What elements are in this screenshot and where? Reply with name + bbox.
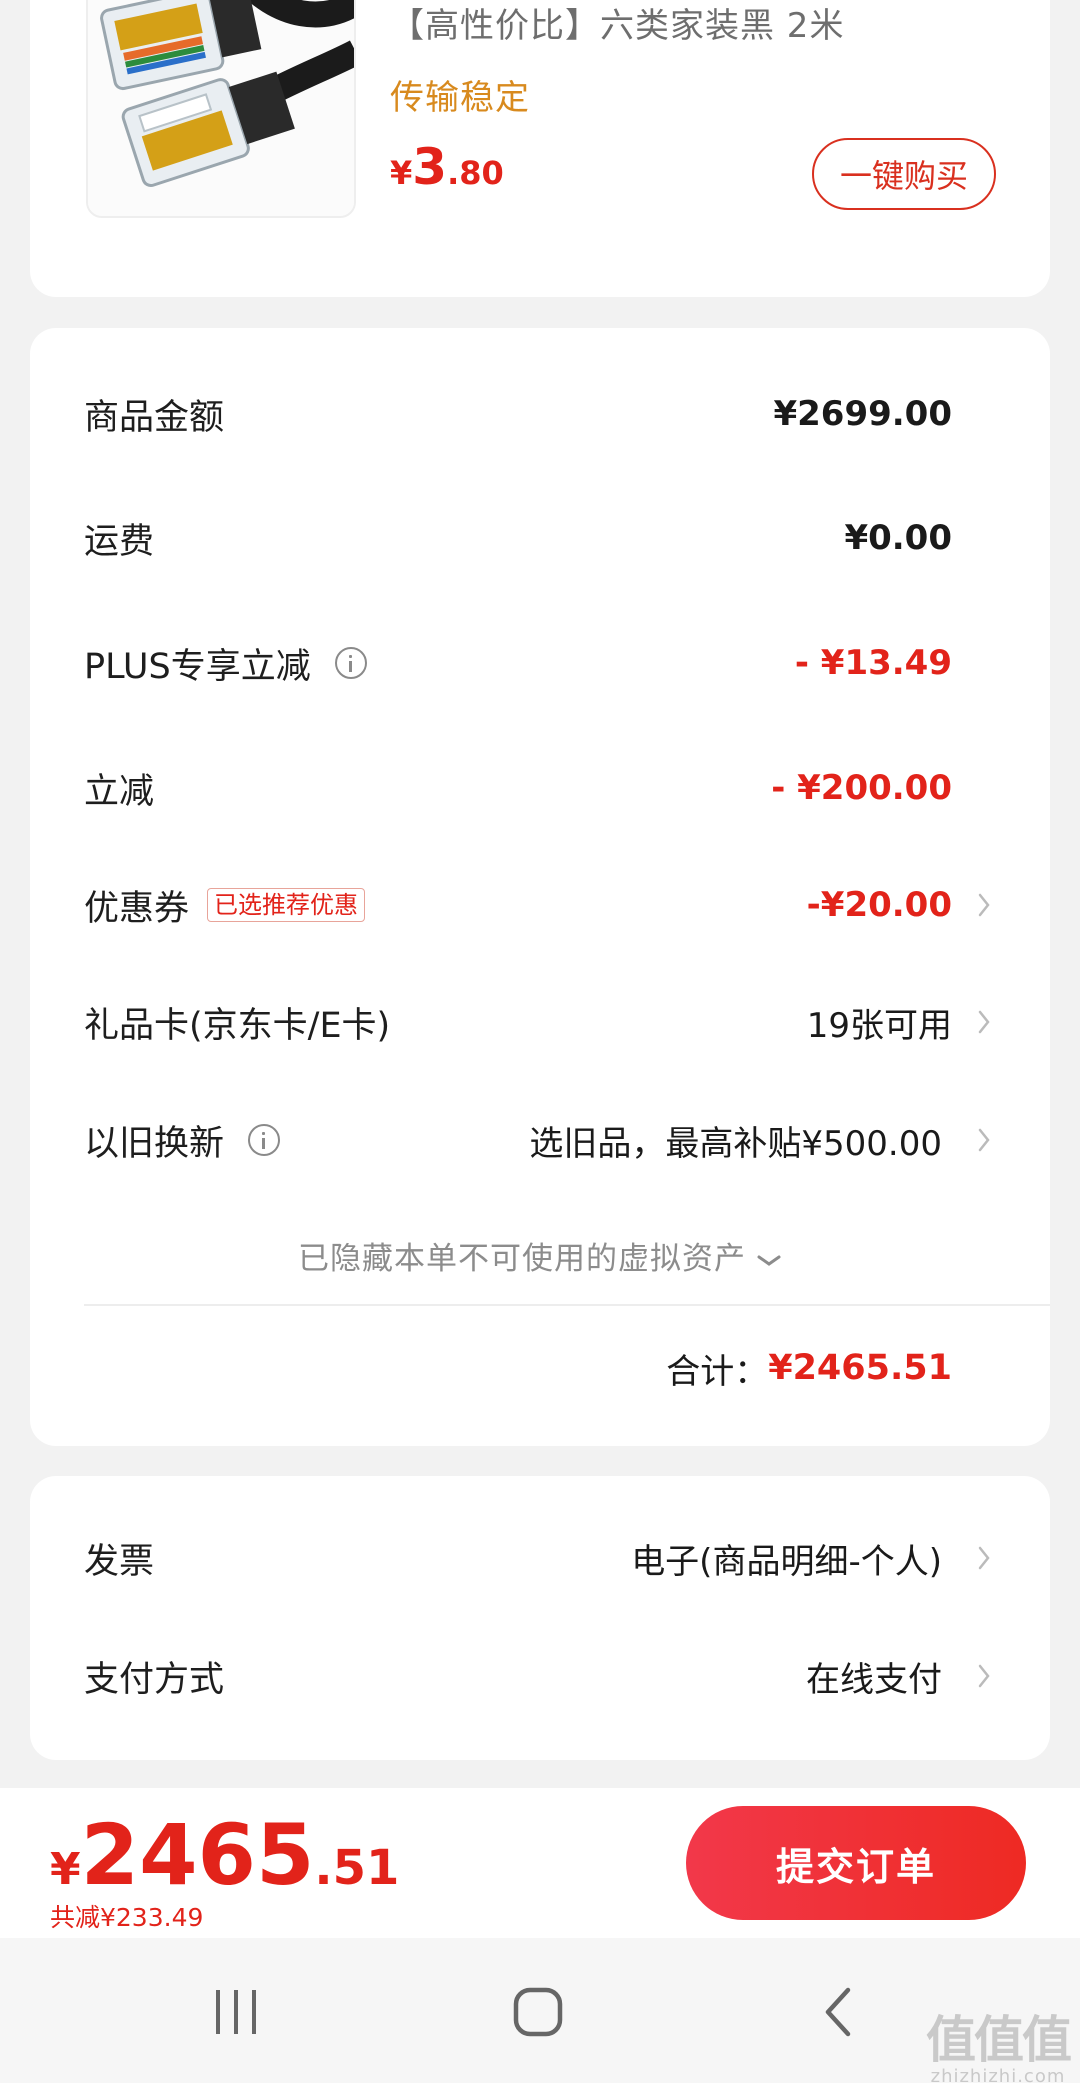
final-price-integer: 2465 — [80, 1806, 315, 1904]
product-price: ¥3.80 — [390, 138, 504, 196]
watermark-logo: 值值值 — [926, 2011, 1072, 2069]
total-saved: 共减¥233.49 — [50, 1903, 204, 1932]
summary-label-wrap: 优惠券 已选推荐优惠 — [84, 875, 366, 935]
checkout-page: 【高性价比】六类家装黑 2米 传输稳定 ¥3.80 一键购买 商品金额 ¥269… — [0, 0, 1080, 2083]
chevron-right-icon — [972, 1646, 996, 1706]
summary-row-gift-card[interactable]: 礼品卡(京东卡/E卡) 19张可用 — [84, 992, 996, 1052]
invoice-label: 发票 — [84, 1541, 155, 1582]
final-price: ¥2465.51 — [50, 1806, 399, 1904]
summary-row-instant-discount: 立减 - ¥200.00 — [84, 758, 996, 818]
summary-label: 礼品卡(京东卡/E卡) — [84, 1005, 391, 1046]
summary-label: 运费 — [84, 521, 155, 562]
total-row: 合计： ¥2465.51 — [666, 1338, 952, 1398]
invoice-row[interactable]: 发票 电子(商品明细-个人) — [84, 1528, 996, 1588]
watermark-domain: zhizhizhi.com — [930, 2066, 1066, 2083]
system-navigation-bar — [0, 1938, 1080, 2083]
chevron-down-icon — [757, 1255, 781, 1266]
price-summary-card: 商品金额 ¥2699.00 运费 ¥0.00 PLUS专享立减 - ¥13.49… — [30, 328, 1050, 1446]
summary-value: - ¥13.49 — [794, 643, 952, 683]
summary-label: PLUS专享立减 — [84, 646, 311, 687]
watermark: 值值值 zhizhizhi.com — [926, 2000, 1072, 2083]
invoice-value: 电子(商品明细-个人) — [631, 1541, 942, 1582]
summary-label-wrap: 以旧换新 — [84, 1110, 281, 1170]
summary-value: ¥0.00 — [844, 518, 952, 558]
payment-method-label: 支付方式 — [84, 1659, 225, 1700]
coupon-recommended-badge: 已选推荐优惠 — [207, 888, 366, 922]
product-tag: 传输稳定 — [390, 78, 530, 118]
summary-value: - ¥200.00 — [771, 768, 952, 808]
summary-label: 优惠券 — [84, 888, 190, 929]
summary-value: -¥20.00 — [806, 885, 952, 925]
summary-row-shipping: 运费 ¥0.00 — [84, 508, 996, 568]
hidden-assets-label: 已隐藏本单不可使用的虚拟资产 — [298, 1241, 746, 1277]
summary-label: 商品金额 — [84, 397, 225, 438]
summary-row-trade-in[interactable]: 以旧换新 选旧品，最高补贴¥500.00 — [84, 1110, 996, 1170]
total-label: 合计： — [666, 1351, 769, 1392]
summary-value: 19张可用 — [806, 1005, 952, 1046]
divider — [84, 1304, 1050, 1306]
payment-method-row[interactable]: 支付方式 在线支付 — [84, 1646, 996, 1706]
product-image[interactable] — [86, 0, 356, 218]
chevron-right-icon — [972, 992, 996, 1052]
invoice-payment-card: 发票 电子(商品明细-个人) 支付方式 在线支付 — [30, 1476, 1050, 1760]
summary-row-plus-discount: PLUS专享立减 - ¥13.49 — [84, 633, 996, 693]
chevron-right-icon — [972, 1110, 996, 1170]
submit-bar: ¥2465.51 共减¥233.49 提交订单 — [0, 1788, 1080, 1938]
total-value: ¥2465.51 — [768, 1348, 952, 1388]
summary-label-wrap: PLUS专享立减 — [84, 633, 367, 693]
final-price-currency: ¥ — [50, 1844, 81, 1895]
final-price-decimal: .51 — [314, 1840, 400, 1896]
one-click-buy-button[interactable]: 一键购买 — [812, 138, 996, 210]
product-title: 【高性价比】六类家装黑 2米 — [390, 6, 845, 46]
summary-row-goods-amount: 商品金额 ¥2699.00 — [84, 384, 996, 444]
ethernet-cable-image — [88, 0, 354, 216]
summary-value: 选旧品，最高补贴¥500.00 — [529, 1123, 942, 1164]
hidden-assets-toggle[interactable]: 已隐藏本单不可使用的虚拟资产 — [30, 1233, 1050, 1278]
submit-order-button[interactable]: 提交订单 — [686, 1806, 1026, 1920]
summary-value: ¥2699.00 — [773, 394, 952, 434]
home-icon[interactable] — [508, 1982, 568, 2042]
info-icon[interactable] — [248, 1124, 281, 1156]
product-price-currency: ¥ — [390, 154, 413, 192]
product-price-decimal: .80 — [447, 154, 504, 192]
summary-label: 立减 — [84, 771, 155, 812]
info-icon[interactable] — [334, 647, 367, 679]
chevron-right-icon — [972, 875, 996, 935]
summary-row-coupon[interactable]: 优惠券 已选推荐优惠 -¥20.00 — [84, 875, 996, 935]
back-icon[interactable] — [810, 1982, 870, 2042]
product-price-integer: 3 — [412, 138, 448, 196]
payment-method-value: 在线支付 — [806, 1659, 942, 1700]
chevron-right-icon — [972, 1528, 996, 1588]
summary-label: 以旧换新 — [84, 1123, 225, 1164]
product-card: 【高性价比】六类家装黑 2米 传输稳定 ¥3.80 一键购买 — [30, 0, 1050, 297]
recent-apps-icon[interactable] — [206, 1982, 266, 2042]
